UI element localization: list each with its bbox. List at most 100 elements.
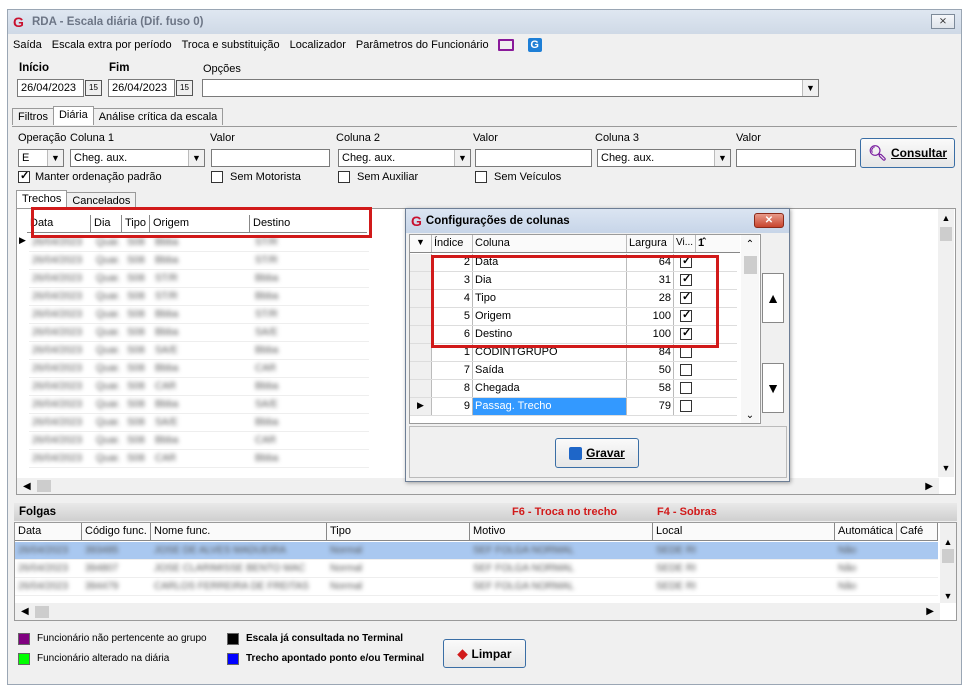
- folgas-col-data[interactable]: Data: [15, 523, 82, 540]
- opcoes-dropdown-icon[interactable]: ▼: [802, 80, 818, 96]
- folgas-col-local[interactable]: Local: [653, 523, 835, 540]
- config-width-cell[interactable]: 50: [627, 362, 674, 379]
- folgas-hscroll-thumb[interactable]: [34, 605, 49, 618]
- config-row[interactable]: 7 Saída 50: [410, 362, 737, 380]
- menu-saida[interactable]: Saída: [8, 39, 47, 51]
- trechos-row[interactable]: 26/04/2023 Quar. S08 ST/R Bbba: [29, 288, 369, 306]
- window-close-button[interactable]: ⨯: [931, 14, 955, 29]
- folgas-scroll-up-icon[interactable]: ▲: [940, 537, 956, 547]
- folgas-row[interactable]: 26/04/2023 393485 JOSE DE ALVES MADUEIRA No…: [15, 542, 938, 560]
- menu-troca[interactable]: Troca e substituição: [177, 39, 285, 51]
- config-scroll-down-icon[interactable]: ⌄: [741, 410, 759, 421]
- sem-veiculos-check-icon[interactable]: [475, 171, 487, 183]
- config-row[interactable]: ▶ 9 Passag. Trecho 79: [410, 398, 737, 416]
- coluna3-dropdown-icon[interactable]: ▼: [714, 150, 730, 166]
- folgas-scroll-down-icon[interactable]: ▼: [940, 591, 956, 601]
- sem-veiculos-checkbox[interactable]: Sem Veículos: [475, 171, 561, 183]
- folgas-col-automatica[interactable]: Automática: [835, 523, 897, 540]
- folgas-vscroll[interactable]: ▲ ▼: [940, 523, 956, 603]
- config-filter-icon[interactable]: ▼: [410, 235, 432, 252]
- hscroll-thumb[interactable]: [36, 480, 51, 492]
- opcoes-select[interactable]: [202, 79, 819, 97]
- trechos-row[interactable]: 26/04/2023 Quar. S08 SA/E Bbba: [29, 414, 369, 432]
- trechos-row[interactable]: 26/04/2023 Quar. S08 Bbba SA/E: [29, 324, 369, 342]
- trechos-row[interactable]: 26/04/2023 Quar. S08 CAR Bbba: [29, 450, 369, 468]
- config-col-largura[interactable]: Largura: [627, 235, 674, 252]
- trechos-cell: Quar.: [96, 381, 121, 392]
- coluna3-select[interactable]: Cheg. aux.: [597, 149, 731, 167]
- folgas-col-nome[interactable]: Nome func.: [151, 523, 327, 540]
- scroll-thumb[interactable]: [940, 227, 952, 241]
- inicio-calendar-icon[interactable]: 15: [85, 80, 102, 96]
- limpar-button[interactable]: ◆ Limpar: [443, 639, 526, 668]
- scroll-left-icon[interactable]: ◀: [23, 481, 31, 492]
- trechos-row[interactable]: 26/04/2023 Quar. S08 Bbba CAR: [29, 432, 369, 450]
- valor3-input[interactable]: [736, 149, 856, 167]
- monitor-icon[interactable]: [497, 39, 514, 51]
- config-scroll-thumb[interactable]: [743, 256, 757, 274]
- menu-escala-extra[interactable]: Escala extra por período: [47, 39, 177, 51]
- scroll-right-icon[interactable]: ▶: [925, 481, 933, 492]
- tab-filtros[interactable]: Filtros: [12, 108, 54, 125]
- consultar-button[interactable]: 🔍︎ Consultar: [860, 138, 955, 168]
- visible-checkbox-icon[interactable]: [680, 400, 692, 413]
- sem-motorista-checkbox[interactable]: Sem Motorista: [211, 171, 301, 183]
- gravar-button[interactable]: Gravar: [555, 438, 639, 468]
- folgas-col-tipo[interactable]: Tipo: [327, 523, 470, 540]
- menu-parametros[interactable]: Parâmetros do Funcionário: [351, 39, 494, 51]
- config-scroll-up-icon[interactable]: ⌃: [741, 239, 759, 250]
- config-col-coluna[interactable]: Coluna: [473, 235, 627, 252]
- trechos-row[interactable]: 26/04/2023 Quar. S08 CAR Bbba: [29, 378, 369, 396]
- scroll-up-icon[interactable]: ▲: [938, 213, 954, 223]
- config-row[interactable]: 8 Chegada 58: [410, 380, 737, 398]
- folgas-scroll-thumb[interactable]: [942, 549, 954, 563]
- valor2-input[interactable]: [475, 149, 592, 167]
- coluna1-dropdown-icon[interactable]: ▼: [188, 150, 204, 166]
- tab-analise[interactable]: Análise crítica da escala: [92, 108, 224, 125]
- trechos-row[interactable]: 26/04/2023 Quar. S08 Bbba SA/E: [29, 396, 369, 414]
- coluna2-select[interactable]: Cheg. aux.: [338, 149, 471, 167]
- sem-auxiliar-check-icon[interactable]: [338, 171, 350, 183]
- fim-field[interactable]: 26/04/2023: [108, 79, 175, 97]
- trechos-row[interactable]: 26/04/2023 Quar. S08 Bbba CAR: [29, 360, 369, 378]
- fim-calendar-icon[interactable]: 15: [176, 80, 193, 96]
- trechos-vscroll[interactable]: ▲ ▼: [938, 209, 954, 477]
- manter-checkbox[interactable]: Manter ordenação padrão: [18, 169, 162, 183]
- folgas-row[interactable]: 26/04/2023 394807 JOSE CLARIMISSE BENTO MA…: [15, 560, 938, 578]
- folgas-col-cafe[interactable]: Café: [897, 523, 938, 540]
- config-col-visivel[interactable]: Vi...: [674, 235, 696, 252]
- sem-auxiliar-checkbox[interactable]: Sem Auxiliar: [338, 171, 418, 183]
- folgas-row[interactable]: 26/04/2023 394479 CARLOS FERREIRA DE FREIT…: [15, 578, 938, 596]
- move-down-button[interactable]: ▼: [762, 363, 784, 413]
- trechos-row[interactable]: 26/04/2023 Quar. S08 Bbba ST/R: [29, 252, 369, 270]
- tab-diaria[interactable]: Diária: [52, 106, 94, 125]
- coluna1-select[interactable]: Cheg. aux.: [70, 149, 205, 167]
- folgas-hscroll[interactable]: ◀ ▶: [15, 603, 940, 620]
- visible-checkbox-icon[interactable]: [680, 364, 692, 377]
- scroll-down-icon[interactable]: ▼: [938, 463, 954, 473]
- g-app-icon[interactable]: G: [527, 38, 542, 52]
- move-up-button[interactable]: ▲: [762, 273, 784, 323]
- folgas-scroll-left-icon[interactable]: ◀: [21, 606, 29, 617]
- config-col-indice[interactable]: Índice: [432, 235, 473, 252]
- trechos-row[interactable]: 26/04/2023 Quar. S08 SA/E Bbba: [29, 342, 369, 360]
- menu-localizador[interactable]: Localizador: [285, 39, 351, 51]
- coluna2-dropdown-icon[interactable]: ▼: [454, 150, 470, 166]
- folgas-col-motivo[interactable]: Motivo: [470, 523, 653, 540]
- config-sort-icon[interactable]: 1̂: [696, 235, 712, 252]
- trechos-row[interactable]: 26/04/2023 Quar. S08 Bbba ST/R: [29, 306, 369, 324]
- folgas-col-codigo[interactable]: Código func.: [82, 523, 151, 540]
- operacao-dropdown-icon[interactable]: ▼: [47, 150, 63, 166]
- config-vscroll[interactable]: ⌃ ⌄: [741, 235, 759, 423]
- config-width-cell[interactable]: 79: [627, 398, 674, 415]
- dialog-close-button[interactable]: ✕: [754, 213, 784, 228]
- config-width-cell[interactable]: 58: [627, 380, 674, 397]
- trechos-cell: Bbba: [255, 453, 279, 464]
- trechos-row[interactable]: 26/04/2023 Quar. S08 ST/R Bbba: [29, 270, 369, 288]
- valor1-input[interactable]: [211, 149, 330, 167]
- inicio-field[interactable]: 26/04/2023: [17, 79, 84, 97]
- manter-check-icon[interactable]: [18, 169, 30, 183]
- visible-checkbox-icon[interactable]: [680, 382, 692, 395]
- sem-motorista-check-icon[interactable]: [211, 171, 223, 183]
- folgas-scroll-right-icon[interactable]: ▶: [926, 606, 934, 617]
